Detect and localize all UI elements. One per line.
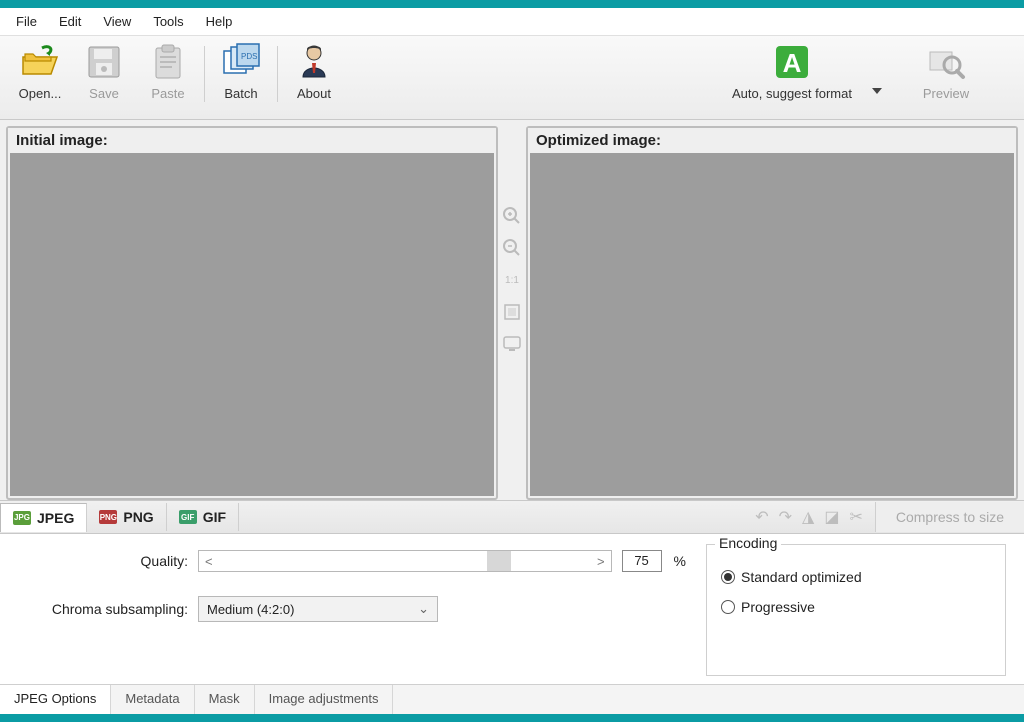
- tab-jpeg-options[interactable]: JPEG Options: [0, 685, 111, 714]
- menu-edit[interactable]: Edit: [49, 11, 91, 32]
- about-button[interactable]: About: [282, 42, 346, 112]
- quality-value-input[interactable]: 75: [622, 550, 662, 572]
- tab-gif-label: GIF: [203, 509, 226, 525]
- preview-label: Preview: [923, 86, 969, 101]
- toolbar-separator: [204, 46, 205, 102]
- encoding-progressive-label: Progressive: [741, 599, 815, 615]
- encoding-standard-label: Standard optimized: [741, 569, 862, 585]
- open-label: Open...: [19, 86, 62, 101]
- quality-label: Quality:: [18, 553, 188, 569]
- open-button[interactable]: Open...: [8, 42, 72, 112]
- menu-help[interactable]: Help: [196, 11, 243, 32]
- menu-view[interactable]: View: [93, 11, 141, 32]
- chroma-subsampling-select[interactable]: Medium (4:2:0) ⌄: [198, 596, 438, 622]
- magnifier-icon: [926, 42, 966, 82]
- radio-checked-icon: [721, 570, 735, 584]
- window-bottombar: [0, 714, 1024, 722]
- format-tabs: JPG JPEG PNG PNG GIF GIF ↶ ↷ ◮ ◪ ✂ Compr…: [0, 500, 1024, 534]
- jpeg-options-panel: Quality: < > 75 % Chroma subsampling: Me…: [0, 534, 1024, 684]
- menubar: File Edit View Tools Help: [0, 8, 1024, 36]
- encoding-legend: Encoding: [715, 535, 781, 551]
- auto-a-icon: A: [772, 42, 812, 82]
- slider-decrement-icon[interactable]: <: [205, 554, 213, 569]
- save-label: Save: [89, 86, 119, 101]
- jpeg-badge-icon: JPG: [13, 511, 31, 525]
- about-label: About: [297, 86, 331, 101]
- zoom-in-icon[interactable]: [502, 206, 522, 226]
- encoding-standard-radio[interactable]: Standard optimized: [721, 569, 991, 585]
- optimized-image-title: Optimized image:: [528, 128, 1016, 153]
- initial-image-canvas[interactable]: [10, 153, 494, 496]
- png-badge-icon: PNG: [99, 510, 117, 524]
- chevron-down-icon: ⌄: [418, 601, 429, 617]
- fit-window-icon[interactable]: [502, 302, 522, 322]
- slider-thumb[interactable]: [487, 551, 511, 571]
- menu-file[interactable]: File: [6, 11, 47, 32]
- tab-png-label: PNG: [123, 509, 153, 525]
- save-button: Save: [72, 42, 136, 112]
- person-icon: [294, 42, 334, 82]
- preview-button: Preview: [906, 42, 986, 112]
- fit-screen-icon[interactable]: [502, 334, 522, 354]
- zoom-actual-icon[interactable]: 1:1: [502, 270, 522, 290]
- initial-image-title: Initial image:: [8, 128, 496, 153]
- initial-image-panel: Initial image:: [6, 126, 498, 500]
- optimized-image-canvas[interactable]: [530, 153, 1014, 496]
- image-panels: Initial image: 1:1 Optimized image:: [0, 120, 1024, 500]
- tab-mask[interactable]: Mask: [195, 685, 255, 714]
- flip-vertical-icon[interactable]: ◪: [824, 507, 839, 527]
- toolbar-separator: [277, 46, 278, 102]
- svg-text:PDS: PDS: [241, 52, 257, 61]
- redo-icon[interactable]: ↷: [779, 507, 792, 527]
- gif-badge-icon: GIF: [179, 510, 197, 524]
- auto-format-label: Auto, suggest format: [732, 86, 852, 101]
- paste-label: Paste: [151, 86, 184, 101]
- radio-unchecked-icon: [721, 600, 735, 614]
- paste-button: Paste: [136, 42, 200, 112]
- quality-slider[interactable]: < >: [198, 550, 612, 572]
- batch-label: Batch: [224, 86, 257, 101]
- optimized-image-panel: Optimized image:: [526, 126, 1018, 500]
- bottom-tabs: JPEG Options Metadata Mask Image adjustm…: [0, 684, 1024, 714]
- percent-label: %: [674, 553, 686, 569]
- clipboard-icon: [148, 42, 188, 82]
- main-toolbar: Open... Save: [0, 36, 1024, 120]
- encoding-group: Encoding Standard optimized Progressive: [706, 544, 1006, 676]
- compress-to-size-button: Compress to size: [875, 502, 1024, 532]
- batch-images-icon: PDS: [221, 42, 261, 82]
- folder-open-icon: [20, 42, 60, 82]
- crop-icon[interactable]: ✂: [849, 507, 862, 527]
- tab-image-adjustments[interactable]: Image adjustments: [255, 685, 394, 714]
- flip-horizontal-icon[interactable]: ◮: [802, 507, 814, 527]
- chroma-value: Medium (4:2:0): [207, 602, 294, 617]
- auto-format-button[interactable]: A Auto, suggest format: [712, 42, 872, 112]
- window-titlebar: [0, 0, 1024, 8]
- slider-increment-icon[interactable]: >: [597, 554, 605, 569]
- chroma-label: Chroma subsampling:: [18, 601, 188, 617]
- tab-gif[interactable]: GIF GIF: [167, 503, 239, 531]
- menu-tools[interactable]: Tools: [143, 11, 193, 32]
- batch-button[interactable]: PDS Batch: [209, 42, 273, 112]
- encoding-progressive-radio[interactable]: Progressive: [721, 599, 991, 615]
- tab-jpeg[interactable]: JPG JPEG: [0, 503, 87, 532]
- floppy-disk-icon: [84, 42, 124, 82]
- tab-jpeg-label: JPEG: [37, 510, 74, 526]
- tab-png[interactable]: PNG PNG: [87, 503, 166, 531]
- auto-format-dropdown-icon[interactable]: [872, 88, 882, 94]
- svg-text:A: A: [783, 48, 802, 78]
- zoom-out-icon[interactable]: [502, 238, 522, 258]
- undo-icon[interactable]: ↶: [755, 507, 768, 527]
- zoom-tools: 1:1: [498, 126, 526, 500]
- tab-metadata[interactable]: Metadata: [111, 685, 194, 714]
